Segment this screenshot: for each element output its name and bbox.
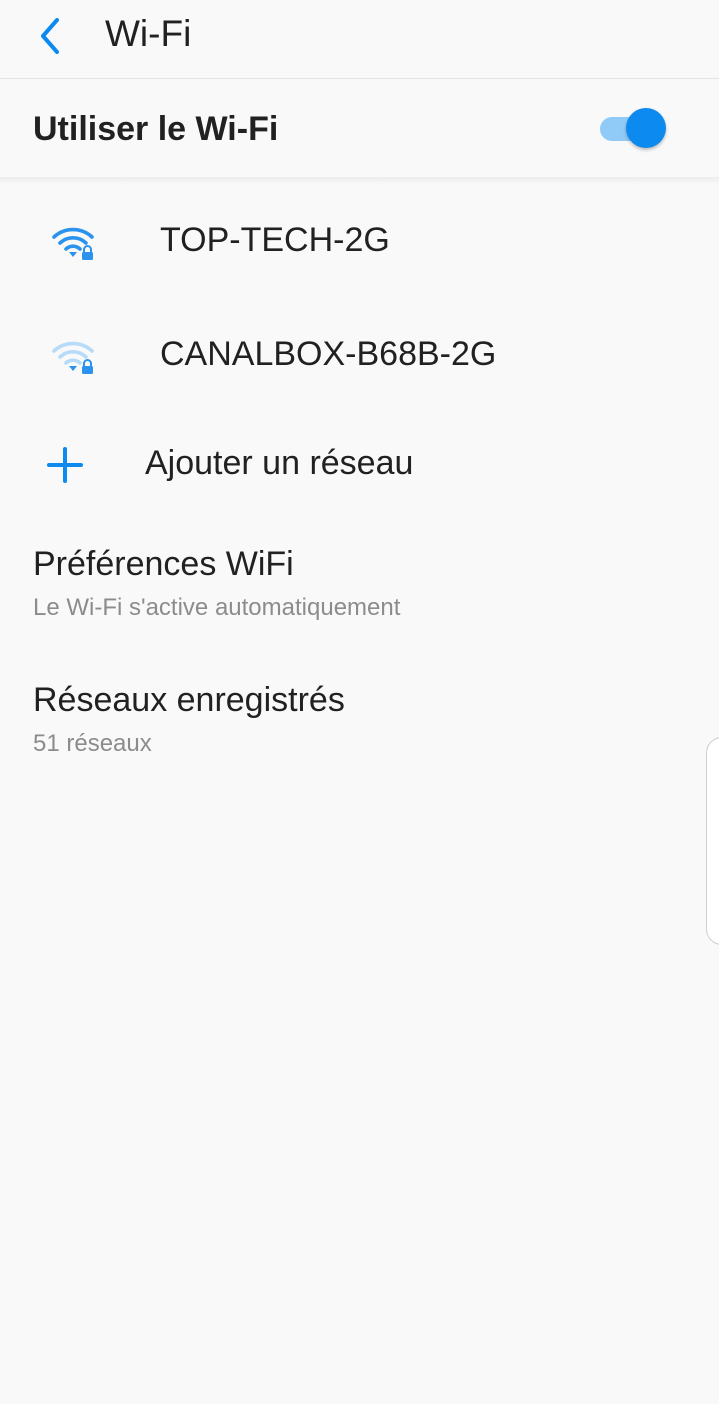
- chevron-left-icon: [41, 18, 59, 54]
- wifi-lock-icon: [52, 341, 94, 374]
- wifi-master-switch-row[interactable]: Utiliser le Wi-Fi: [0, 79, 719, 177]
- saved-networks-item[interactable]: Réseaux enregistrés 51 réseaux: [0, 656, 705, 786]
- edge-panel-handle[interactable]: [706, 737, 719, 945]
- toggle-thumb: [626, 108, 666, 148]
- back-button[interactable]: [22, 8, 78, 64]
- network-name: TOP-TECH-2G: [160, 221, 390, 259]
- add-network-label: Ajouter un réseau: [145, 444, 414, 482]
- network-name: CANALBOX-B68B-2G: [160, 335, 497, 373]
- page-title: Wi-Fi: [105, 13, 192, 54]
- wifi-lock-icon: [52, 227, 94, 260]
- app-bar: Wi-Fi: [0, 0, 719, 79]
- plus-icon: [47, 447, 83, 483]
- network-item[interactable]: CANALBOX-B68B-2G: [0, 299, 705, 411]
- wifi-preferences-subtitle: Le Wi-Fi s'active automatiquement: [33, 594, 401, 621]
- wifi-master-switch-label: Utiliser le Wi-Fi: [33, 110, 279, 148]
- add-network-button[interactable]: Ajouter un réseau: [0, 410, 705, 518]
- wifi-preferences-item[interactable]: Préférences WiFi Le Wi-Fi s'active autom…: [0, 520, 705, 650]
- wifi-toggle[interactable]: [600, 108, 666, 150]
- wifi-preferences-title: Préférences WiFi: [33, 545, 294, 583]
- saved-networks-title: Réseaux enregistrés: [33, 681, 345, 719]
- network-item[interactable]: TOP-TECH-2G: [0, 185, 705, 297]
- section-divider: [0, 177, 719, 184]
- saved-networks-subtitle: 51 réseaux: [33, 730, 152, 757]
